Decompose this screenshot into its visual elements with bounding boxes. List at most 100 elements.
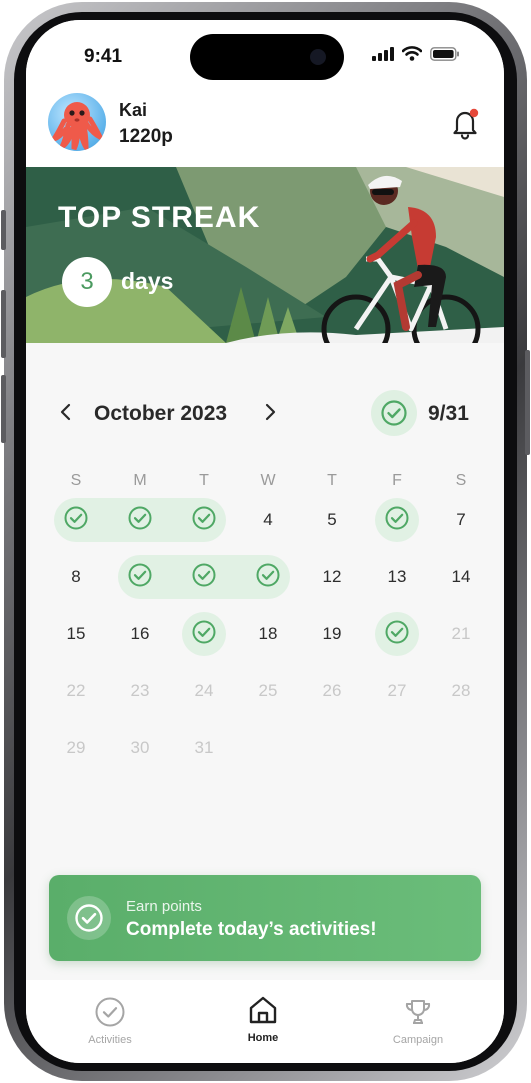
weekday-label: T bbox=[327, 472, 337, 489]
check-circle-icon bbox=[192, 506, 216, 529]
calendar-day-completed[interactable]: 3 bbox=[182, 498, 226, 542]
calendar-day[interactable]: 7 bbox=[439, 498, 483, 542]
day-number: 29 bbox=[66, 738, 86, 757]
calendar-day-completed[interactable]: 6 bbox=[375, 498, 419, 542]
day-completed-check bbox=[63, 505, 89, 536]
status-bar: 9:41 bbox=[26, 20, 504, 90]
calendar-day[interactable]: 5 bbox=[310, 498, 354, 542]
calendar-day[interactable]: 12 bbox=[310, 555, 354, 599]
weekday-label: W bbox=[260, 472, 276, 489]
power-button bbox=[525, 350, 530, 455]
calendar-day-completed[interactable]: 2 bbox=[118, 498, 162, 542]
calendar-day[interactable]: 26 bbox=[310, 669, 354, 713]
day-number: 19 bbox=[322, 624, 342, 643]
day-number: 21 bbox=[451, 624, 471, 643]
app-screen: 9:41 Kai 1220p TOP STREAK 3 days October… bbox=[26, 20, 504, 1063]
avatar[interactable] bbox=[48, 93, 106, 151]
calendar-day-completed[interactable]: 1 bbox=[54, 498, 98, 542]
calendar-day[interactable]: 29 bbox=[54, 726, 98, 770]
weekday-label: S bbox=[70, 472, 82, 489]
tab-activities[interactable]: Activities bbox=[60, 996, 160, 1046]
check-circle-icon bbox=[75, 904, 103, 932]
check-circle-icon bbox=[128, 563, 152, 586]
camera-icon bbox=[310, 49, 326, 65]
day-number: 26 bbox=[322, 681, 342, 700]
day-number: 25 bbox=[258, 681, 278, 700]
calendar-day-completed[interactable]: 20 bbox=[375, 612, 419, 656]
month-label: October 2023 bbox=[94, 402, 228, 425]
calendar-day[interactable]: 15 bbox=[54, 612, 98, 656]
action-button bbox=[1, 210, 6, 250]
tab-label: Campaign bbox=[392, 1034, 444, 1046]
day-number: 4 bbox=[263, 510, 273, 529]
earn-points-card[interactable]: Earn points Complete today’s activities! bbox=[49, 875, 481, 961]
weekday-label: F bbox=[392, 472, 402, 489]
notification-bell-icon[interactable] bbox=[448, 106, 482, 140]
user-points: 1220p bbox=[119, 126, 173, 147]
prev-month-chevron-icon[interactable] bbox=[54, 400, 78, 424]
check-circle-icon bbox=[192, 620, 216, 643]
calendar-day[interactable]: 21 bbox=[439, 612, 483, 656]
calendar-day[interactable]: 19 bbox=[310, 612, 354, 656]
calendar-day[interactable]: 27 bbox=[375, 669, 419, 713]
tab-home[interactable]: Home bbox=[213, 994, 313, 1044]
calendar-day[interactable]: 23 bbox=[118, 669, 162, 713]
calendar-day[interactable]: 24 bbox=[182, 669, 226, 713]
calendar-day-completed[interactable]: 17 bbox=[182, 612, 226, 656]
user-name: Kai bbox=[119, 100, 148, 120]
check-circle-icon bbox=[385, 506, 409, 529]
earn-points-message: Complete today’s activities! bbox=[126, 919, 377, 940]
day-number: 15 bbox=[66, 624, 86, 643]
status-time: 9:41 bbox=[84, 46, 123, 67]
calendar-day[interactable]: 8 bbox=[54, 555, 98, 599]
tab-label: Home bbox=[247, 1032, 279, 1044]
dynamic-island bbox=[190, 34, 344, 80]
streak-unit: days bbox=[121, 268, 174, 294]
calendar-day[interactable]: 16 bbox=[118, 612, 162, 656]
weekday-label: M bbox=[133, 472, 147, 489]
day-number: 22 bbox=[66, 681, 86, 700]
calendar-day[interactable]: 22 bbox=[54, 669, 98, 713]
day-number: 28 bbox=[451, 681, 471, 700]
day-completed-check bbox=[191, 562, 217, 593]
completed-count: 9/31 bbox=[428, 402, 469, 425]
app-header: Kai 1220p bbox=[26, 90, 504, 168]
top-streak-banner: TOP STREAK 3 days bbox=[26, 167, 504, 343]
banner-title: TOP STREAK bbox=[58, 201, 261, 234]
calendar-day[interactable]: 31 bbox=[182, 726, 226, 770]
calendar-header: October 2023 9/31 bbox=[26, 390, 504, 440]
calendar-day[interactable]: 13 bbox=[375, 555, 419, 599]
calendar-day-completed[interactable]: 10 bbox=[182, 555, 226, 599]
day-number: 30 bbox=[130, 738, 150, 757]
tab-campaign[interactable]: Campaign bbox=[368, 996, 468, 1046]
earn-check-circle bbox=[67, 896, 111, 940]
calendar-day[interactable]: 28 bbox=[439, 669, 483, 713]
calendar-day[interactable]: 25 bbox=[246, 669, 290, 713]
notification-dot bbox=[469, 108, 479, 118]
status-icons bbox=[372, 46, 460, 61]
check-circle-icon bbox=[95, 997, 125, 1027]
day-number: 31 bbox=[194, 738, 214, 757]
check-circle-icon bbox=[64, 506, 88, 529]
day-number: 7 bbox=[456, 510, 466, 529]
day-number: 23 bbox=[130, 681, 150, 700]
day-number: 13 bbox=[387, 567, 407, 586]
day-number: 24 bbox=[194, 681, 214, 700]
weekday-label: S bbox=[455, 472, 467, 489]
completed-badge bbox=[371, 390, 417, 436]
calendar-day-completed[interactable]: 11 bbox=[246, 555, 290, 599]
octopus-avatar-icon bbox=[48, 102, 106, 151]
weekday-label: T bbox=[199, 472, 209, 489]
earn-points-kicker: Earn points bbox=[126, 898, 202, 915]
calendar-day[interactable]: 4 bbox=[246, 498, 290, 542]
next-month-chevron-icon[interactable] bbox=[258, 400, 282, 424]
calendar-day[interactable]: 30 bbox=[118, 726, 162, 770]
calendar-day[interactable]: 18 bbox=[246, 612, 290, 656]
calendar-day-completed[interactable]: 9 bbox=[118, 555, 162, 599]
calendar-day[interactable]: 14 bbox=[439, 555, 483, 599]
trophy-icon bbox=[405, 1000, 431, 1024]
day-completed-check bbox=[191, 619, 217, 650]
day-number: 5 bbox=[327, 510, 337, 529]
check-circle-icon bbox=[128, 506, 152, 529]
check-circle-icon bbox=[192, 563, 216, 586]
